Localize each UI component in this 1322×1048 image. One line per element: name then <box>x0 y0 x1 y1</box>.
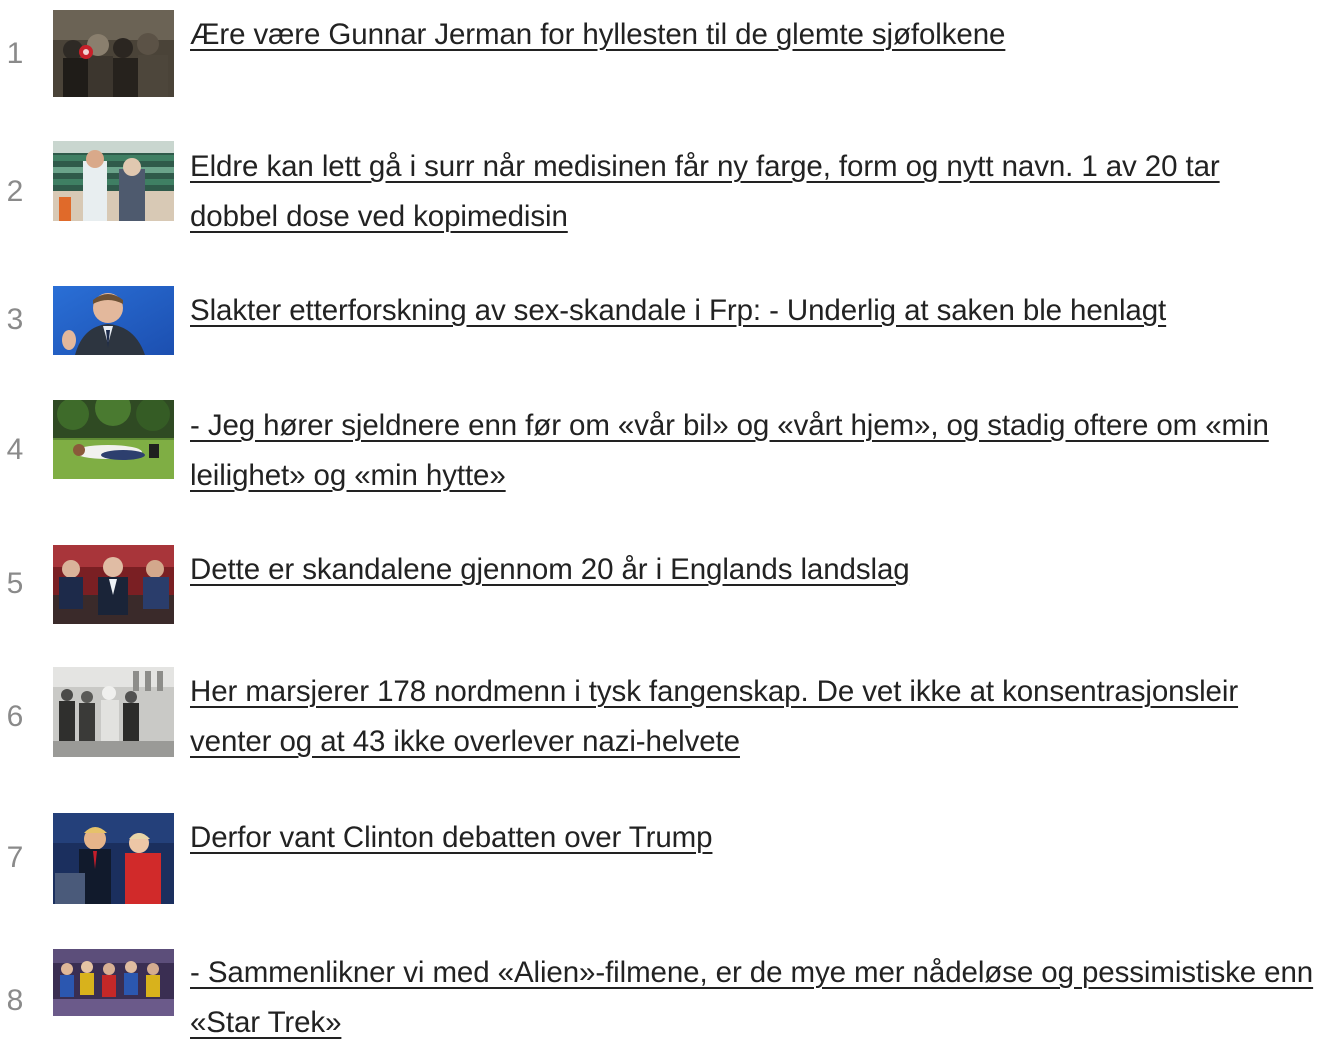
list-item: 3 Slakter etterforskning av sex-skandale… <box>0 280 1322 380</box>
article-thumbnail[interactable] <box>53 400 174 479</box>
article-thumbnail[interactable] <box>53 545 174 624</box>
article-title-link[interactable]: Derfor vant Clinton debatten over Trump <box>190 813 1314 863</box>
rank-number: 8 <box>6 984 24 1017</box>
list-item: 1 Ære være Gunnar Jerman for hyllesten t… <box>0 0 1322 120</box>
rank-number: 1 <box>6 37 24 70</box>
list-item: 4 - Jeg hører sjeldnere enn før om «vår … <box>0 390 1322 530</box>
article-title-link[interactable]: - Jeg hører sjeldnere enn før om «vår bi… <box>190 401 1314 501</box>
article-title-link[interactable]: Her marsjerer 178 nordmenn i tysk fangen… <box>190 667 1314 767</box>
list-item: 7 Derfor vant Clinton debatten over Trum… <box>0 805 1322 920</box>
rank-number: 7 <box>6 841 24 874</box>
rank-number: 5 <box>6 567 24 600</box>
list-item: 6 Her marsjerer 178 nordmenn i tysk fang… <box>0 660 1322 800</box>
rank-number: 2 <box>6 175 24 208</box>
list-item: 5 Dette er skandalene gjennom 20 år i En… <box>0 540 1322 650</box>
article-thumbnail[interactable] <box>53 667 174 757</box>
article-title-link[interactable]: Eldre kan lett gå i surr når medisinen f… <box>190 142 1314 242</box>
article-title-link[interactable]: Ære være Gunnar Jerman for hyllesten til… <box>190 10 1314 60</box>
article-title-link[interactable]: Dette er skandalene gjennom 20 år i Engl… <box>190 545 1314 595</box>
article-thumbnail[interactable] <box>53 949 174 1016</box>
rank-number: 6 <box>6 700 24 733</box>
rank-number: 3 <box>6 303 24 336</box>
list-item: 8 - Sammenlikner vi med «Alien»-filmene,… <box>0 940 1322 1039</box>
article-thumbnail[interactable] <box>53 141 174 221</box>
article-thumbnail[interactable] <box>53 813 174 904</box>
article-thumbnail[interactable] <box>53 286 174 355</box>
rank-number: 4 <box>6 433 24 466</box>
list-item: 2 Eldre kan lett gå i surr når medisinen… <box>0 130 1322 270</box>
article-title-link[interactable]: - Sammenlikner vi med «Alien»-filmene, e… <box>190 948 1314 1048</box>
article-title-link[interactable]: Slakter etterforskning av sex-skandale i… <box>190 286 1314 336</box>
article-thumbnail[interactable] <box>53 10 174 97</box>
